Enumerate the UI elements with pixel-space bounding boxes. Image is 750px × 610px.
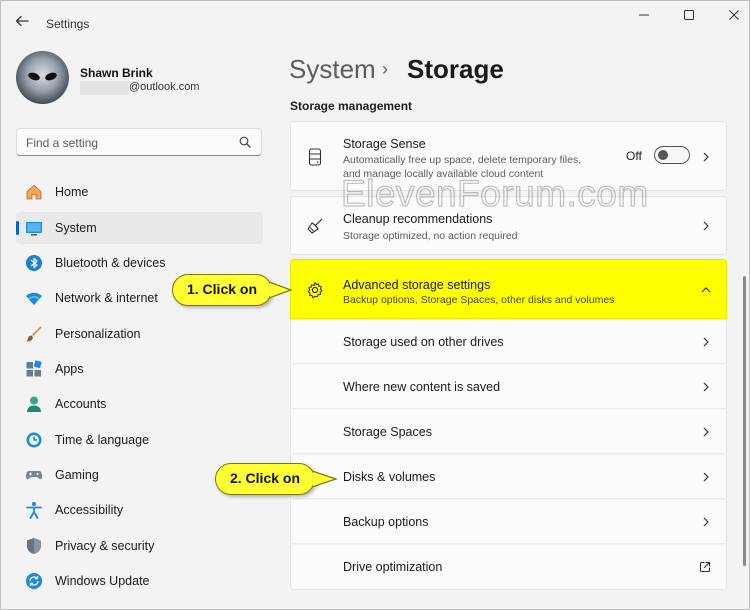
advanced-desc: Backup options, Storage Spaces, other di…: [343, 294, 615, 306]
sidebar-item-label: Personalization: [55, 327, 141, 341]
storage-sense-desc-line2: and manage locally available cloud conte…: [343, 168, 544, 180]
chevron-right-icon: [703, 382, 709, 392]
maximize-button[interactable]: [674, 7, 704, 27]
sidebar-item-accounts[interactable]: Accounts: [16, 388, 263, 420]
breadcrumb-separator: ›: [382, 59, 388, 79]
user-name: Shawn Brink: [80, 66, 153, 80]
active-indicator: [16, 221, 19, 235]
storage-drive-icon: [308, 148, 322, 166]
sidebar-item-label: Privacy & security: [55, 539, 155, 553]
sidebar-item-privacy[interactable]: Privacy & security: [16, 530, 263, 562]
sub-item-label: Where new content is saved: [343, 380, 501, 394]
apps-icon: [26, 360, 42, 377]
scrollbar[interactable]: [743, 276, 746, 566]
chevron-right-icon: [703, 517, 709, 527]
sidebar-item-apps[interactable]: Apps: [16, 353, 263, 385]
sidebar-item-label: Network & internet: [55, 291, 158, 305]
callout-step-1: 1. Click on: [172, 274, 272, 306]
sidebar-item-label: Windows Update: [55, 574, 150, 588]
update-icon: [26, 573, 42, 589]
sidebar-item-label: Gaming: [55, 468, 99, 482]
callout-step-2-pointer: [312, 470, 338, 488]
storage-sense-toggle[interactable]: [654, 146, 690, 164]
back-arrow-icon[interactable]: [12, 14, 32, 32]
sub-item-label: Storage Spaces: [343, 425, 432, 439]
sidebar-item-home[interactable]: Home: [16, 176, 263, 208]
toggle-knob: [658, 150, 668, 160]
chevron-up-icon: [701, 287, 711, 293]
sidebar-item-label: Home: [55, 185, 89, 199]
sidebar-item-label: Time & language: [55, 433, 150, 447]
chevron-right-icon: [703, 337, 709, 347]
sidebar-item-label: Accessibility: [55, 503, 124, 517]
brush-icon: [26, 326, 42, 342]
sub-item-drive-optimization[interactable]: Drive optimization: [290, 545, 727, 590]
cleanup-desc: Storage optimized, no action required: [343, 230, 518, 242]
sidebar-item-label: Accounts: [55, 397, 107, 411]
wifi-icon: [26, 292, 42, 305]
sidebar-item-time-language[interactable]: Time & language: [16, 424, 263, 456]
gear-icon: [307, 282, 323, 299]
sub-item-new-content-saved[interactable]: Where new content is saved: [290, 365, 727, 409]
sub-item-disks-volumes[interactable]: Disks & volumes: [290, 455, 727, 499]
gamepad-icon: [26, 471, 42, 480]
cleanup-recommendations-card[interactable]: Cleanup recommendations Storage optimize…: [290, 196, 727, 255]
settings-window: Settings Shawn Brink @outlook.com Find a…: [0, 0, 750, 610]
sub-item-label: Disks & volumes: [343, 470, 436, 484]
chevron-right-icon: [703, 152, 709, 162]
page-title: Storage: [407, 54, 504, 84]
storage-sense-card[interactable]: Storage Sense Automatically free up spac…: [290, 121, 727, 191]
cleanup-title: Cleanup recommendations: [343, 212, 493, 226]
search-placeholder: Find a setting: [26, 136, 99, 150]
callout-step-2: 2. Click on: [215, 463, 315, 495]
accounts-icon: [27, 396, 41, 412]
search-icon: [239, 136, 251, 148]
bluetooth-icon: [26, 255, 42, 271]
avatar[interactable]: [16, 51, 69, 104]
sidebar-item-accessibility[interactable]: Accessibility: [16, 494, 263, 526]
sub-item-storage-other-drives[interactable]: Storage used on other drives: [290, 320, 727, 364]
sub-item-label: Backup options: [343, 515, 429, 529]
sidebar-item-system[interactable]: System: [16, 212, 263, 244]
chevron-right-icon: [703, 472, 709, 482]
callout-step-2-text: 2. Click on: [229, 470, 301, 486]
toggle-state-label: Off: [626, 149, 642, 163]
user-email: @outlook.com: [129, 81, 200, 93]
minimize-button[interactable]: [629, 7, 659, 27]
shield-icon: [27, 538, 41, 554]
search-input[interactable]: Find a setting: [16, 128, 262, 156]
storage-sense-title: Storage Sense: [343, 137, 426, 151]
sidebar-item-label: Bluetooth & devices: [55, 256, 166, 270]
broom-icon: [307, 218, 323, 234]
sub-item-backup-options[interactable]: Backup options: [290, 500, 727, 544]
sidebar-item-windows-update[interactable]: Windows Update: [16, 565, 263, 597]
title-bar: Settings: [1, 1, 749, 45]
sidebar-item-personalization[interactable]: Personalization: [16, 318, 263, 350]
accessibility-icon: [26, 502, 42, 519]
app-title: Settings: [46, 17, 90, 31]
storage-sense-desc-line1: Automatically free up space, delete temp…: [343, 154, 582, 166]
sidebar-item-label: System: [55, 221, 97, 235]
email-redaction: [80, 81, 129, 95]
clock-globe-icon: [26, 432, 42, 448]
callout-step-1-text: 1. Click on: [186, 281, 258, 297]
sub-item-storage-spaces[interactable]: Storage Spaces: [290, 410, 727, 454]
system-icon: [26, 222, 42, 236]
breadcrumb-root[interactable]: System: [289, 54, 376, 85]
callout-step-1-pointer: [269, 281, 293, 299]
advanced-storage-settings-header[interactable]: Advanced storage settings Backup options…: [290, 259, 727, 319]
home-icon: [26, 184, 42, 200]
chevron-right-icon: [703, 221, 709, 231]
open-external-icon: [699, 561, 711, 573]
section-title: Storage management: [290, 99, 413, 113]
sub-item-label: Drive optimization: [343, 560, 443, 574]
advanced-title: Advanced storage settings: [343, 278, 491, 292]
sidebar-item-label: Apps: [55, 362, 84, 376]
chevron-right-icon: [703, 427, 709, 437]
close-button[interactable]: [719, 7, 749, 27]
sub-item-label: Storage used on other drives: [343, 335, 504, 349]
